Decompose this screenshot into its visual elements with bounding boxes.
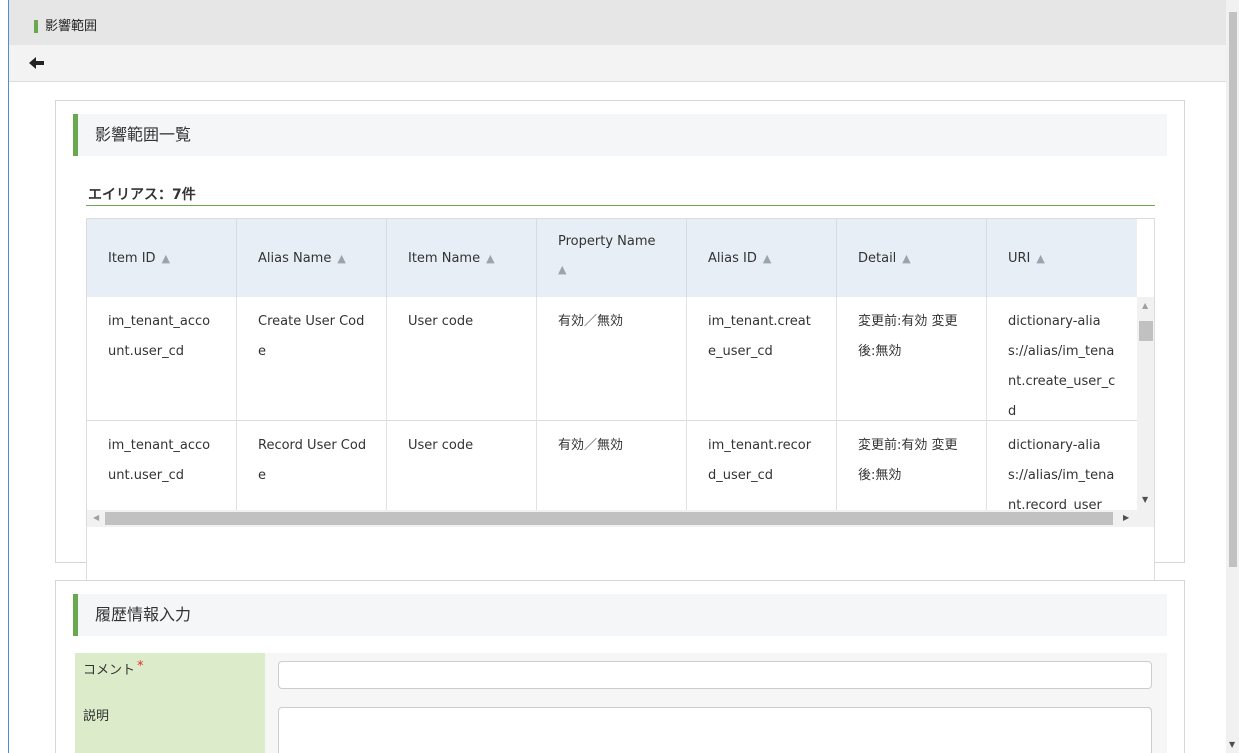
sort-icon[interactable]: ▲︎	[1036, 252, 1044, 265]
column-header-alias-name[interactable]: Alias Name ▲︎	[237, 219, 387, 297]
scroll-up-icon[interactable]: ▲︎	[1142, 301, 1148, 310]
toolbar	[9, 45, 1226, 82]
impact-section-title: 影響範囲一覧	[95, 125, 192, 144]
cell-alias-name: Create User Code	[258, 314, 365, 359]
sort-icon[interactable]: ▲︎	[902, 252, 910, 265]
cell-alias-name: Record User Code	[258, 438, 367, 483]
title-marker	[34, 20, 38, 33]
description-textarea[interactable]	[278, 707, 1152, 753]
scrollbar-thumb[interactable]	[1139, 321, 1153, 341]
sort-icon[interactable]: ▲︎	[558, 263, 566, 276]
page-title: 影響範囲	[45, 19, 98, 34]
cell-uri: dictionary-alias://alias/im_tenant.recor…	[1008, 438, 1115, 510]
required-mark: *	[137, 659, 144, 674]
column-header-alias-id[interactable]: Alias ID ▲︎	[687, 219, 837, 297]
sort-icon[interactable]: ▲︎	[763, 252, 771, 265]
cell-alias-id: im_tenant.create_user_cd	[708, 314, 811, 359]
scroll-left-icon[interactable]: ◀︎	[93, 513, 99, 522]
column-header-item-name[interactable]: Item Name ▲︎	[387, 219, 537, 297]
impact-panel: 影響範囲一覧 エイリアス：7件 Item ID ▲︎ Alias Name ▲︎ I…	[55, 100, 1185, 624]
cell-detail: 変更前:有効 変更後:無効	[858, 314, 958, 359]
count-divider	[86, 205, 1155, 206]
cell-item-id: im_tenant_account.user_cd	[108, 438, 211, 483]
scrollbar-thumb[interactable]	[105, 512, 1113, 525]
table-body: im_tenant_account.user_cd Create User Co…	[87, 297, 1137, 510]
comment-input[interactable]	[278, 661, 1152, 689]
scrollbar-thumb[interactable]	[1229, 12, 1237, 567]
history-panel: 履歴情報入力 コメント * 説明	[55, 580, 1185, 753]
sort-icon[interactable]: ▲︎	[162, 252, 170, 265]
table-horizontal-scrollbar[interactable]: ◀︎ ▶︎	[87, 510, 1154, 527]
cell-alias-id: im_tenant.record_user_cd	[708, 438, 812, 483]
cell-item-name: User code	[408, 438, 474, 453]
table-header: Item ID ▲︎ Alias Name ▲︎ Item Name ▲︎ Prope…	[87, 219, 1137, 297]
table-vertical-scrollbar[interactable]: ▲︎ ▼︎	[1137, 297, 1154, 510]
page-vertical-scrollbar[interactable]: ▼︎	[1226, 0, 1239, 753]
column-header-uri[interactable]: URI ▲︎	[987, 219, 1137, 297]
alias-count: エイリアス：7件	[88, 187, 196, 203]
title-bar: 影響範囲	[9, 0, 1226, 45]
cell-item-name: User code	[408, 314, 474, 329]
history-section-header: 履歴情報入力	[73, 594, 1167, 636]
column-header-detail[interactable]: Detail ▲︎	[837, 219, 987, 297]
scroll-down-icon[interactable]: ▼︎	[1229, 740, 1235, 749]
left-accent-line	[8, 0, 9, 753]
impact-table: Item ID ▲︎ Alias Name ▲︎ Item Name ▲︎ Prope…	[86, 218, 1155, 624]
impact-section-header: 影響範囲一覧	[73, 114, 1167, 156]
cell-uri: dictionary-alias://alias/im_tenant.creat…	[1008, 314, 1116, 419]
column-header-item-id[interactable]: Item ID ▲︎	[87, 219, 237, 297]
cell-item-id: im_tenant_account.user_cd	[108, 314, 211, 359]
comment-label: コメント *	[75, 653, 265, 699]
cell-property-name: 有効／無効	[558, 314, 624, 329]
scroll-down-icon[interactable]: ▼︎	[1142, 495, 1148, 504]
sort-icon[interactable]: ▲︎	[337, 252, 345, 265]
cell-property-name: 有効／無効	[558, 438, 624, 453]
table-row[interactable]: im_tenant_account.user_cd Create User Co…	[87, 297, 1137, 421]
column-header-property-name[interactable]: Property Name ▲︎	[537, 219, 687, 297]
description-row: 説明	[75, 699, 1167, 753]
description-label: 説明	[75, 699, 265, 753]
scroll-right-icon[interactable]: ▶︎	[1123, 513, 1129, 522]
comment-row: コメント *	[75, 653, 1167, 699]
table-row[interactable]: im_tenant_account.user_cd Record User Co…	[87, 421, 1137, 510]
back-button[interactable]	[27, 53, 47, 73]
arrow-left-icon	[29, 57, 44, 69]
history-section-title: 履歴情報入力	[95, 605, 192, 624]
sort-icon[interactable]: ▲︎	[486, 252, 494, 265]
cell-detail: 変更前:有効 変更後:無効	[858, 438, 958, 483]
